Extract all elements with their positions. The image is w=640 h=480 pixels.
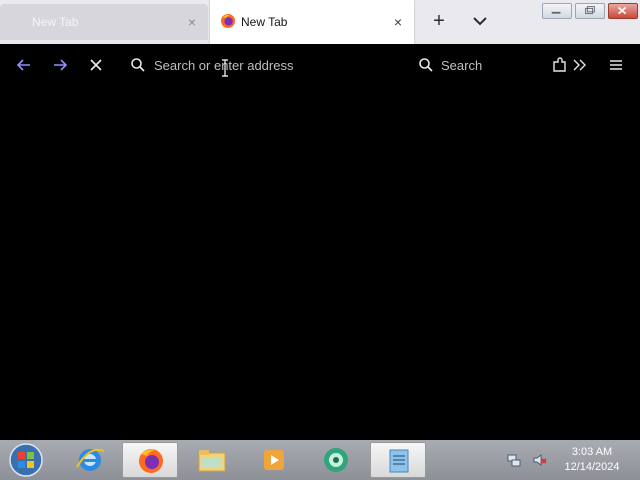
firefox-icon xyxy=(221,14,235,28)
tab-title: New Tab xyxy=(32,15,79,29)
taskbar-app-blue[interactable] xyxy=(370,442,426,478)
firefox-icon xyxy=(139,449,163,473)
tab-strip: New Tab × New Tab × + xyxy=(0,0,640,44)
tab-close-icon[interactable]: × xyxy=(394,15,402,29)
clock-date: 12/14/2024 xyxy=(564,461,620,473)
minimize-button[interactable] xyxy=(542,3,572,19)
puzzle-icon[interactable] xyxy=(550,55,570,75)
tab-new-tab-active[interactable]: New Tab × xyxy=(210,0,414,44)
app-green-icon xyxy=(324,448,348,472)
minimize-icon xyxy=(551,11,561,14)
network-icon[interactable] xyxy=(506,452,522,468)
restore-icon xyxy=(585,6,595,15)
text-cursor-icon xyxy=(222,59,228,77)
clock-time: 3:03 AM xyxy=(571,446,613,458)
folder-icon xyxy=(198,450,226,472)
chevrons-right-icon[interactable] xyxy=(570,55,590,75)
search-bar[interactable] xyxy=(412,53,532,77)
taskbar-file-explorer[interactable] xyxy=(184,442,240,478)
url-bar[interactable] xyxy=(124,53,408,77)
window-close-button[interactable] xyxy=(608,3,638,19)
arrow-right-icon[interactable] xyxy=(50,55,70,75)
close-icon[interactable] xyxy=(86,55,106,75)
chevron-down-icon[interactable] xyxy=(470,10,490,32)
media-player-icon xyxy=(264,450,284,470)
taskbar-app-green[interactable] xyxy=(308,442,364,478)
tab-close-icon[interactable]: × xyxy=(188,15,196,29)
app-blue-icon xyxy=(389,449,409,473)
restore-button[interactable] xyxy=(575,3,605,19)
internet-explorer-icon xyxy=(76,448,105,471)
taskbar-media-player[interactable] xyxy=(246,442,302,478)
search-input[interactable] xyxy=(412,53,532,77)
taskbar-firefox[interactable] xyxy=(122,442,178,478)
volume-muted-icon[interactable] xyxy=(532,452,548,468)
close-icon xyxy=(618,6,627,15)
new-tab-button[interactable]: + xyxy=(428,10,450,32)
page-content xyxy=(0,86,640,440)
tab-title: New Tab xyxy=(241,15,288,29)
system-clock[interactable]: 3:03 AM 12/14/2024 xyxy=(548,445,636,475)
start-orb-icon[interactable] xyxy=(6,442,46,478)
tab-new-tab-inactive[interactable]: New Tab × xyxy=(0,4,208,40)
hamburger-icon[interactable] xyxy=(606,55,626,75)
arrow-left-icon[interactable] xyxy=(14,55,34,75)
url-input[interactable] xyxy=(124,53,408,77)
taskbar-internet-explorer[interactable] xyxy=(62,442,118,478)
